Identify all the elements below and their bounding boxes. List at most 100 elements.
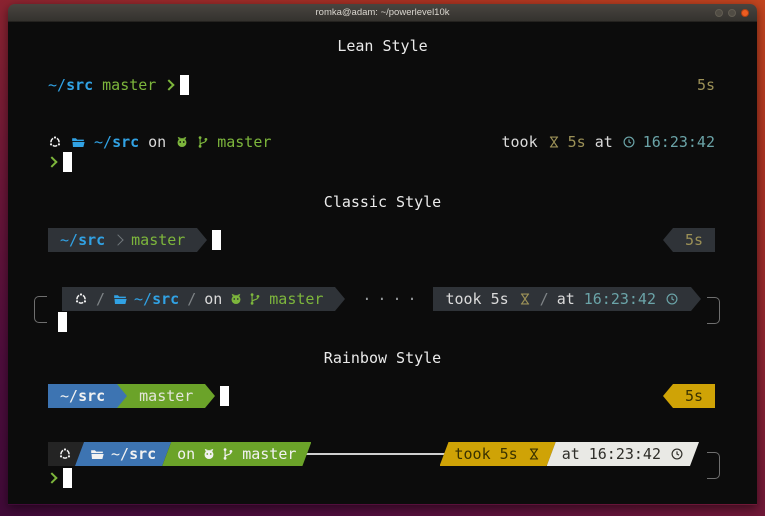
powerline-left-group: / ~/src / on master: [62, 287, 345, 311]
powerline-arrow-icon: [691, 287, 701, 311]
gap-dots: ····: [356, 290, 422, 308]
window-title: romka@adam: ~/powerlevel10k: [316, 7, 450, 18]
git-branch-icon: [221, 447, 235, 461]
git-branch: master: [102, 76, 156, 94]
close-button[interactable]: [741, 9, 749, 17]
on-label: on: [204, 290, 222, 308]
terminal-cursor: [180, 75, 189, 95]
rainbow-prompt-full: ~/src on master took 5s: [48, 442, 715, 490]
folder-icon: [90, 447, 104, 461]
git-branch: master: [139, 387, 193, 405]
powerline-right-group: 5s: [663, 228, 715, 252]
dir-prefix: ~/: [94, 133, 112, 151]
powerline-segment: 5s: [673, 228, 715, 252]
took-label: took: [502, 133, 538, 151]
ubuntu-icon: [74, 292, 88, 306]
prompt-frame-left: [34, 296, 47, 323]
clock-icon: [665, 292, 679, 306]
command-duration: 5s: [685, 231, 703, 249]
dir-name: src: [129, 445, 156, 463]
prompt-connector-line: [304, 453, 455, 455]
powerline-right-group: took 5s / at 16:23:42: [433, 287, 701, 311]
command-duration: 5s: [685, 387, 703, 405]
prompt-chevron-icon: [46, 472, 57, 483]
prompt-chevron-icon: [46, 156, 57, 167]
section-title-lean: Lean Style: [8, 37, 757, 55]
terminal-cursor: [63, 152, 72, 172]
thin-separator: /: [540, 290, 549, 308]
at-label: at: [595, 133, 613, 151]
folder-icon: [113, 292, 127, 306]
powerline-segment-git: master: [127, 384, 205, 408]
powerline-segment-dir: ~/src: [48, 384, 117, 408]
git-branch-icon: [196, 135, 210, 149]
git-branch: master: [269, 290, 323, 308]
dir-prefix: ~/: [60, 231, 78, 249]
command-duration: 5s: [491, 290, 509, 308]
at-label: at: [557, 290, 575, 308]
minimize-button[interactable]: [715, 9, 723, 17]
powerline-segment: ~/src master: [48, 228, 197, 252]
segment-git: on master: [162, 442, 311, 466]
segment-dir: ~/src: [75, 442, 171, 466]
powerline-left-group: ~/src master: [48, 384, 215, 408]
powerline-arrow-icon: [335, 287, 345, 311]
dir-name: src: [78, 231, 105, 249]
hourglass-icon: [547, 135, 561, 149]
dir-prefix: ~/: [60, 387, 78, 405]
ubuntu-icon: [48, 135, 62, 149]
lean-prompt-full-line1: ~/src on master took 5s at 16:23:42: [48, 133, 715, 151]
maximize-button[interactable]: [728, 9, 736, 17]
rainbow-prompt-simple: ~/src master 5s: [48, 384, 715, 408]
prompt-chevron-icon: [164, 79, 175, 90]
git-branch: master: [242, 445, 296, 463]
command-duration: 5s: [697, 76, 715, 94]
terminal-screen[interactable]: Lean Style ~/src master 5s ~/src on mast…: [8, 22, 757, 504]
octocat-icon: [229, 292, 243, 306]
window-titlebar[interactable]: romka@adam: ~/powerlevel10k: [8, 4, 757, 22]
terminal-cursor: [220, 386, 229, 406]
git-branch: master: [217, 133, 271, 151]
thin-separator-icon: [112, 234, 123, 245]
segment-time: at 16:23:42: [547, 442, 699, 466]
terminal-window: romka@adam: ~/powerlevel10k Lean Style ~…: [8, 4, 757, 505]
powerline-segment-duration: 5s: [673, 384, 715, 408]
terminal-cursor: [212, 230, 221, 250]
octocat-icon: [175, 135, 189, 149]
classic-prompt-simple: ~/src master 5s: [48, 228, 715, 252]
ubuntu-icon: [58, 447, 72, 461]
thin-separator: /: [187, 290, 196, 308]
dir-prefix: ~/: [134, 290, 152, 308]
dir-prefix: ~/: [111, 445, 129, 463]
took-label: took: [455, 445, 491, 463]
classic-prompt-full-line2: [48, 311, 715, 333]
powerline-arrow-left-icon: [663, 228, 673, 252]
octocat-icon: [202, 447, 216, 461]
powerline-arrow-icon: [117, 384, 127, 408]
dir-name: src: [78, 387, 105, 405]
git-branch: master: [131, 231, 185, 249]
dir-name: src: [152, 290, 179, 308]
dir-name: src: [66, 76, 93, 94]
dir-name: src: [112, 133, 139, 151]
dir-prefix: ~/: [48, 76, 66, 94]
powerline-arrow-left-icon: [663, 384, 673, 408]
classic-prompt-full-line1: / ~/src / on master ····: [48, 287, 715, 311]
folder-icon: [71, 135, 85, 149]
at-label: at: [562, 445, 580, 463]
rainbow-prompt-full-line1: ~/src on master took 5s: [48, 442, 715, 466]
segment-duration: took 5s: [440, 442, 556, 466]
prompt-gap: ····: [345, 287, 433, 311]
powerline-right-group: 5s: [663, 384, 715, 408]
window-controls: [715, 9, 749, 17]
powerline-segment: took 5s / at 16:23:42: [433, 287, 691, 311]
rainbow-prompt-full-line2: [48, 466, 715, 490]
powerline-segment: / ~/src / on master: [62, 287, 335, 311]
git-branch-icon: [248, 292, 262, 306]
hourglass-icon: [527, 447, 541, 461]
current-time: 16:23:42: [589, 445, 661, 463]
powerline-left-group: ~/src master: [48, 228, 207, 252]
desktop-wallpaper: romka@adam: ~/powerlevel10k Lean Style ~…: [0, 0, 765, 516]
took-label: took: [445, 290, 481, 308]
terminal-cursor: [58, 312, 67, 332]
